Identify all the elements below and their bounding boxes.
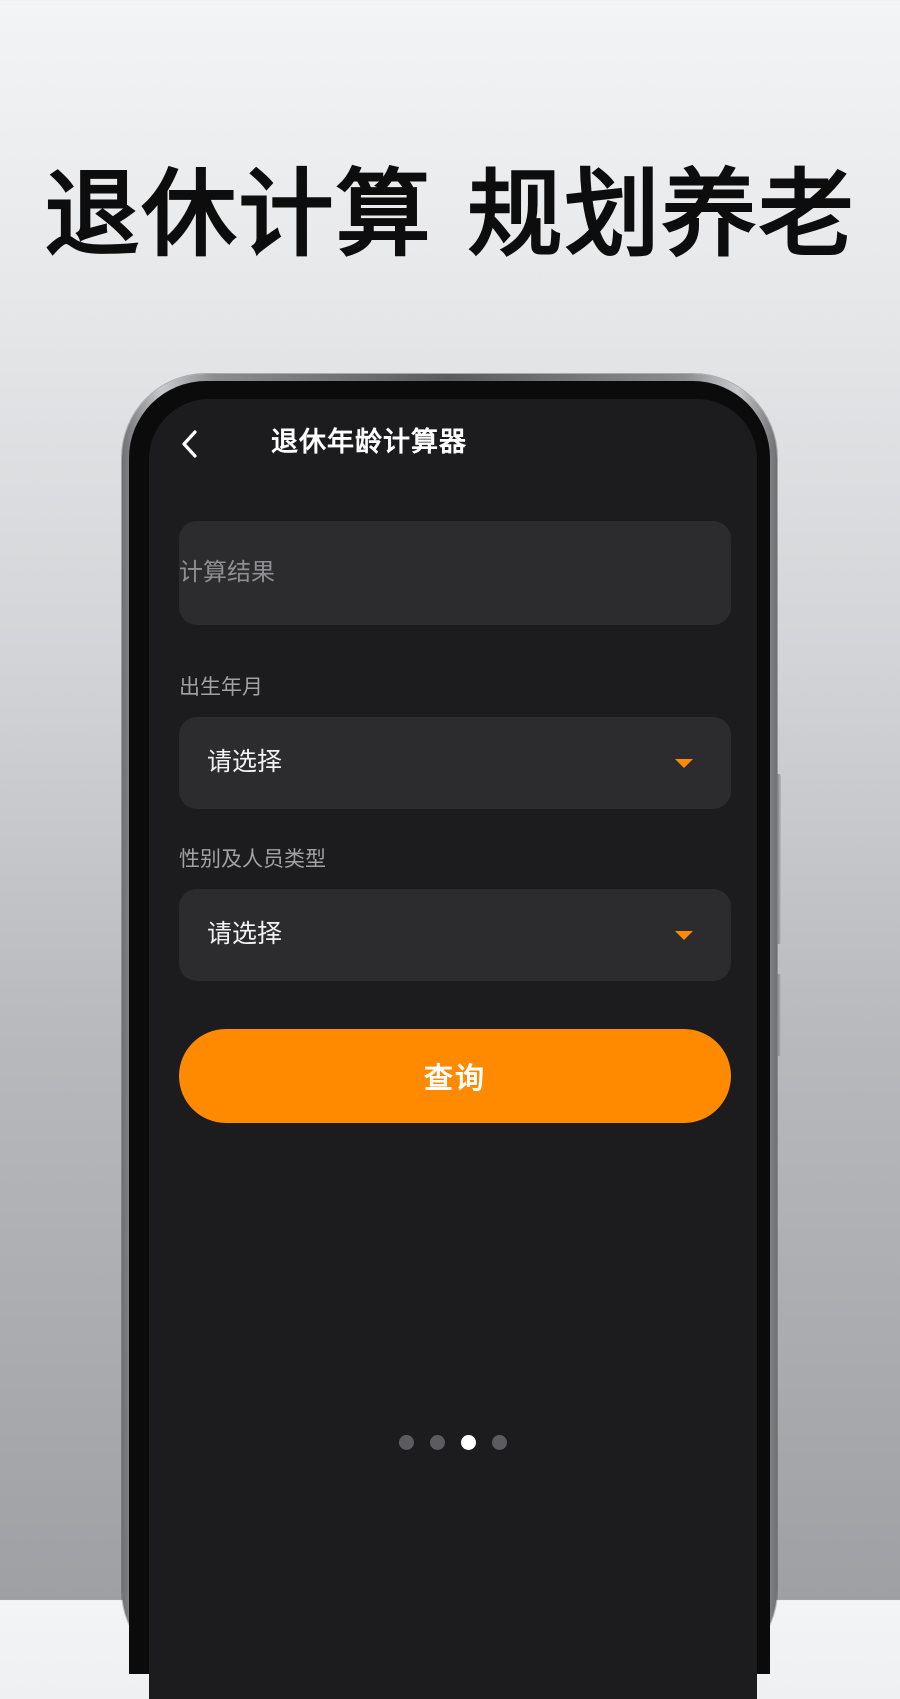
- page-indicator: [149, 1435, 757, 1450]
- page-title: 退休年龄计算器: [271, 427, 467, 458]
- volume-button: [776, 774, 781, 944]
- birth-date-select[interactable]: 请选择: [179, 717, 731, 809]
- gender-type-label: 性别及人员类型: [179, 847, 326, 871]
- promo-headline: 退休计算 规划养老: [44, 160, 856, 270]
- birth-date-label: 出生年月: [179, 675, 263, 699]
- dropdown-arrow-icon: [675, 759, 693, 768]
- phone-bezel: 退休年龄计算器 计算结果 出生年月 请选择 性别及人员类型 请选择 查询: [129, 381, 770, 1699]
- phone-frame: 退休年龄计算器 计算结果 出生年月 请选择 性别及人员类型 请选择 查询: [122, 374, 781, 1699]
- query-button-label: 查询: [423, 1061, 486, 1095]
- power-button: [776, 974, 781, 1056]
- gender-type-select[interactable]: 请选择: [179, 889, 731, 981]
- gender-type-value: 请选择: [207, 919, 283, 948]
- app-screen: 退休年龄计算器 计算结果 出生年月 请选择 性别及人员类型 请选择 查询: [149, 399, 757, 1699]
- chevron-left-icon: [182, 430, 197, 458]
- page-dot[interactable]: [399, 1435, 414, 1450]
- result-display: 计算结果: [179, 521, 731, 625]
- page-dot[interactable]: [430, 1435, 445, 1450]
- page-dot[interactable]: [461, 1435, 476, 1450]
- query-button[interactable]: 查询: [179, 1029, 731, 1123]
- birth-date-value: 请选择: [207, 747, 283, 776]
- page-dot[interactable]: [492, 1435, 507, 1450]
- result-label: 计算结果: [179, 558, 275, 586]
- dropdown-arrow-icon: [675, 931, 693, 940]
- back-button[interactable]: [175, 429, 205, 459]
